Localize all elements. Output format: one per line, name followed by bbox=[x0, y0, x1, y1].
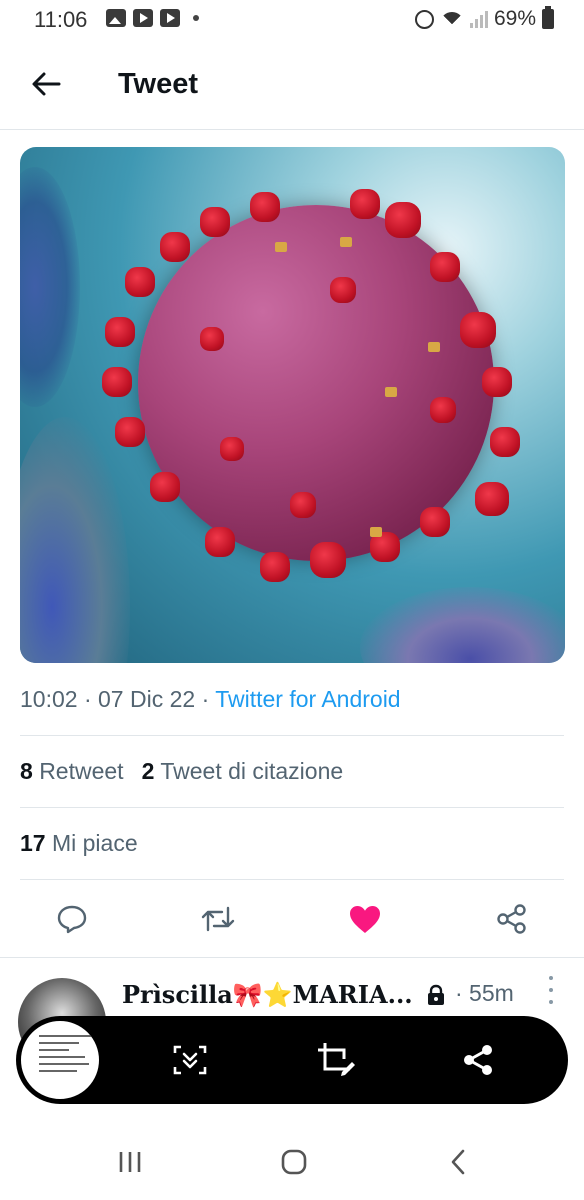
heart-icon bbox=[350, 906, 380, 933]
meta-separator: · bbox=[201, 686, 210, 712]
lock-icon bbox=[428, 984, 444, 1005]
scroll-capture-icon bbox=[173, 1045, 207, 1075]
tweet-timestamp: 10:02 · 07 Dic 22 · Twitter for Android bbox=[20, 686, 401, 713]
meta-separator: · bbox=[83, 686, 92, 712]
reply-button[interactable] bbox=[54, 901, 90, 937]
recent-apps-button[interactable] bbox=[108, 1142, 152, 1182]
back-button[interactable] bbox=[26, 64, 66, 104]
screenshot-share-button[interactable] bbox=[456, 1038, 500, 1082]
signal-icon bbox=[469, 10, 488, 28]
status-bar: 11:06 69% bbox=[0, 0, 584, 40]
top-app-bar: Tweet bbox=[0, 40, 584, 130]
retweet-button[interactable] bbox=[200, 901, 236, 937]
scroll-capture-button[interactable] bbox=[168, 1038, 212, 1082]
divider bbox=[20, 807, 564, 808]
like-button[interactable] bbox=[347, 901, 383, 937]
screenshot-thumbnail[interactable] bbox=[18, 1018, 102, 1102]
reply-icon bbox=[57, 905, 87, 934]
back-nav-button[interactable] bbox=[436, 1142, 480, 1182]
retweets-stat[interactable]: 8 Retweet bbox=[20, 758, 124, 785]
screenshot-toolbar bbox=[16, 1016, 568, 1104]
likes-stat[interactable]: 17 Mi piace bbox=[20, 830, 138, 857]
wifi-icon bbox=[439, 10, 464, 28]
quotes-label: Tweet di citazione bbox=[160, 758, 344, 784]
likes-label: Mi piace bbox=[51, 830, 138, 856]
tweet-date: 07 Dic 22 bbox=[98, 686, 196, 712]
share-icon bbox=[464, 1045, 492, 1075]
retweets-count: 8 bbox=[20, 758, 33, 784]
more-icon[interactable] bbox=[546, 976, 556, 1004]
divider bbox=[20, 735, 564, 736]
more-notifications-icon bbox=[193, 15, 199, 21]
system-nav-bar bbox=[0, 1120, 584, 1200]
alarm-icon bbox=[414, 9, 434, 29]
home-button[interactable] bbox=[272, 1142, 316, 1182]
battery-percent: 69% bbox=[493, 7, 536, 30]
share-icon bbox=[497, 904, 526, 934]
reply-time: · 55m bbox=[455, 980, 514, 1006]
youtube-notification-icon bbox=[133, 9, 153, 27]
retweet-icon bbox=[201, 906, 235, 932]
divider bbox=[20, 879, 564, 880]
back-icon bbox=[451, 1149, 465, 1175]
tweet-time: 10:02 bbox=[20, 686, 78, 712]
quotes-stat[interactable]: 2 Tweet di citazione bbox=[142, 758, 344, 785]
quotes-count: 2 bbox=[141, 758, 155, 784]
status-time: 11:06 bbox=[34, 7, 88, 32]
recent-apps-icon bbox=[119, 1152, 141, 1172]
retweets-label: Retweet bbox=[39, 758, 124, 784]
tweet-action-bar bbox=[0, 895, 584, 943]
share-button[interactable] bbox=[494, 901, 530, 937]
tweet-media-image[interactable] bbox=[20, 147, 565, 663]
reply-author-name[interactable]: Prìscilla🎀⭐MARIA... bbox=[122, 980, 413, 1009]
tweet-source-link[interactable]: Twitter for Android bbox=[215, 686, 400, 712]
back-arrow-icon bbox=[32, 72, 61, 96]
page-title: Tweet bbox=[118, 68, 199, 100]
youtube-notification-icon bbox=[160, 9, 180, 27]
retweet-stats: 8 Retweet 2 Tweet di citazione bbox=[20, 758, 343, 785]
like-stats: 17 Mi piace bbox=[20, 830, 138, 857]
battery-icon bbox=[542, 6, 554, 29]
notification-icons bbox=[106, 9, 199, 27]
home-icon bbox=[281, 1149, 307, 1175]
likes-count: 17 bbox=[20, 830, 46, 856]
gallery-notification-icon bbox=[106, 9, 126, 27]
crop-edit-button[interactable] bbox=[314, 1038, 358, 1082]
system-icons: 69% bbox=[414, 6, 554, 31]
crop-edit-icon bbox=[318, 1043, 355, 1076]
